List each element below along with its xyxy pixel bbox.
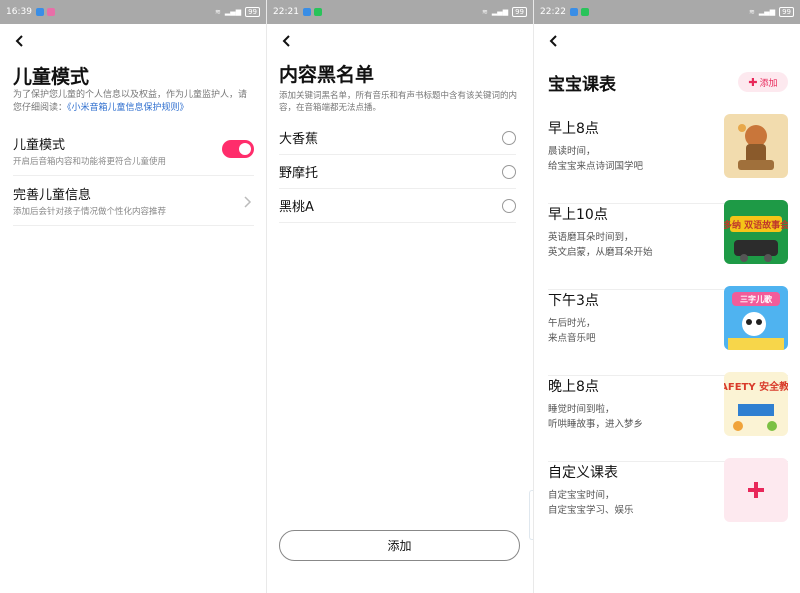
toggle-knob: [239, 143, 251, 155]
add-schedule-button[interactable]: ✚ 添加: [738, 72, 788, 92]
schedule-line2: 来点音乐吧: [548, 333, 596, 344]
status-time: 16:39: [6, 7, 32, 17]
page-description: 添加关键词黑名单，所有音乐和有声书标题中含有该关键词的内容，在音箱端都无法点播。: [279, 91, 518, 113]
song-cover-thumbnail[interactable]: 三字儿歌: [724, 286, 788, 350]
add-keyword-button[interactable]: 添加: [279, 530, 520, 561]
notification-icon: [46, 8, 55, 16]
schedule-time: 自定义课表: [548, 465, 618, 481]
radio-icon[interactable]: [502, 164, 516, 179]
list-item[interactable]: 野摩托: [279, 155, 516, 189]
status-time: 22:21: [273, 7, 299, 17]
schedule-line1: 英语磨耳朵时间到，: [548, 232, 634, 243]
page-description: 为了保护您儿童的个人信息以及权益，作为儿童监护人，请您仔细阅读：《小米音箱儿童信…: [13, 90, 248, 113]
setting-sub: 开启后音箱内容和功能将更符合儿童使用: [13, 157, 167, 167]
status-bar: 16:39 ≋ ▂▄▆ 99: [0, 0, 266, 24]
back-arrow-icon: [282, 35, 290, 47]
schedule-item[interactable]: 早上10点 英语磨耳朵时间到， 英文启蒙，从磨耳朵开始 多纳 双语故事会: [548, 200, 788, 290]
list-item[interactable]: 大香蕉: [279, 121, 516, 155]
radio-icon[interactable]: [502, 130, 516, 145]
poetry-cover-thumbnail[interactable]: [724, 114, 788, 178]
thumb-text: 多纳 双语故事会: [724, 219, 788, 231]
status-time: 22:22: [540, 7, 566, 17]
notification-icon: [302, 8, 311, 16]
schedule-screen: 22:22 ≋ ▂▄▆ 99 宝宝课表 ✚ 添加 早上8点 晨读时间， 给宝宝来点…: [534, 0, 800, 593]
keyword-label: 大香蕉: [279, 132, 319, 147]
schedule-line2: 听哄睡故事，进入梦乡: [548, 419, 644, 430]
signal-icon: ▂▄▆: [224, 8, 242, 16]
schedule-time: 早上10点: [548, 207, 608, 223]
list-item[interactable]: 黑桃A: [279, 189, 516, 223]
status-icons: ≋ ▂▄▆ 99: [749, 7, 794, 17]
back-arrow-icon: [15, 35, 23, 47]
status-icons: ≋ ▂▄▆ 99: [215, 7, 260, 17]
schedule-time: 下午3点: [548, 293, 599, 309]
thumb-text: SAFETY 安全教育: [724, 380, 788, 393]
schedule-item[interactable]: 早上8点 晨读时间， 给宝宝来点诗词国学吧: [548, 114, 788, 204]
child-mode-screen: 16:39 ≋ ▂▄▆ 99 儿童模式 为了保护您儿童的个人信息以及权益，作为儿…: [0, 0, 266, 593]
back-button[interactable]: [546, 33, 562, 49]
blacklist-screen: 22:21 ≋ ▂▄▆ 99 内容黑名单 添加关键词黑名单，所有音乐和有声书标题…: [267, 0, 533, 593]
signal-icon: ▂▄▆: [758, 8, 776, 16]
notification-icon: [569, 8, 578, 16]
signal-icon: ▂▄▆: [491, 8, 509, 16]
battery-icon: 99: [779, 7, 794, 17]
setting-child-mode: 儿童模式 开启后音箱内容和功能将更符合儿童使用: [13, 134, 254, 176]
back-button[interactable]: [279, 33, 295, 49]
add-custom-schedule-button[interactable]: [724, 458, 788, 522]
schedule-line2: 英文启蒙，从磨耳朵开始: [548, 247, 653, 258]
page-title: 儿童模式: [13, 66, 90, 88]
plus-icon: ✚: [748, 75, 758, 89]
notification-icon: [35, 8, 44, 16]
schedule-item-custom[interactable]: 自定义课表 自定宝宝时间， 自定宝宝学习、娱乐: [548, 458, 788, 548]
notification-icon: [580, 8, 589, 16]
keyword-label: 黑桃A: [279, 200, 314, 215]
notification-icon: [313, 8, 322, 16]
schedule-item[interactable]: 下午3点 午后时光， 来点音乐吧 三字儿歌: [548, 286, 788, 376]
schedule-time: 早上8点: [548, 121, 599, 137]
keyword-label: 野摩托: [279, 166, 319, 181]
wifi-icon: ≋: [749, 8, 755, 16]
page-title: 内容黑名单: [279, 64, 375, 86]
back-arrow-icon: [549, 35, 557, 47]
story-cover-thumbnail[interactable]: 多纳 双语故事会: [724, 200, 788, 264]
setting-label: 完善儿童信息: [13, 188, 92, 203]
schedule-line1: 睡觉时间到啦，: [548, 404, 615, 415]
wifi-icon: ≋: [482, 8, 488, 16]
setting-child-info[interactable]: 完善儿童信息 添加后会针对孩子情况做个性化内容推荐: [13, 184, 254, 226]
schedule-line1: 午后时光，: [548, 318, 596, 329]
schedule-line1: 晨读时间，: [548, 146, 596, 157]
status-bar: 22:21 ≋ ▂▄▆ 99: [267, 0, 533, 24]
schedule-line1: 自定宝宝时间，: [548, 490, 615, 501]
page-title: 宝宝课表: [548, 75, 616, 95]
schedule-line2: 自定宝宝学习、娱乐: [548, 505, 634, 516]
safety-cover-thumbnail[interactable]: SAFETY 安全教育: [724, 372, 788, 436]
battery-icon: 99: [512, 7, 527, 17]
battery-icon: 99: [245, 7, 260, 17]
thumb-text: 三字儿歌: [740, 294, 773, 304]
wifi-icon: ≋: [215, 8, 221, 16]
schedule-time: 晚上8点: [548, 379, 599, 395]
protection-rules-link[interactable]: 《小米音箱儿童信息保护规则》: [67, 103, 189, 113]
radio-icon[interactable]: [502, 198, 516, 213]
chevron-right-icon: [244, 196, 252, 208]
status-bar: 22:22 ≋ ▂▄▆ 99: [534, 0, 800, 24]
child-mode-toggle[interactable]: [222, 140, 254, 158]
back-button[interactable]: [12, 33, 28, 49]
schedule-line2: 给宝宝来点诗词国学吧: [548, 161, 644, 172]
schedule-item[interactable]: 晚上8点 睡觉时间到啦， 听哄睡故事，进入梦乡 SAFETY 安全教育: [548, 372, 788, 462]
setting-label: 儿童模式: [13, 138, 66, 153]
status-icons: ≋ ▂▄▆ 99: [482, 7, 527, 17]
plus-icon: [748, 482, 764, 498]
setting-sub: 添加后会针对孩子情况做个性化内容推荐: [13, 207, 167, 217]
